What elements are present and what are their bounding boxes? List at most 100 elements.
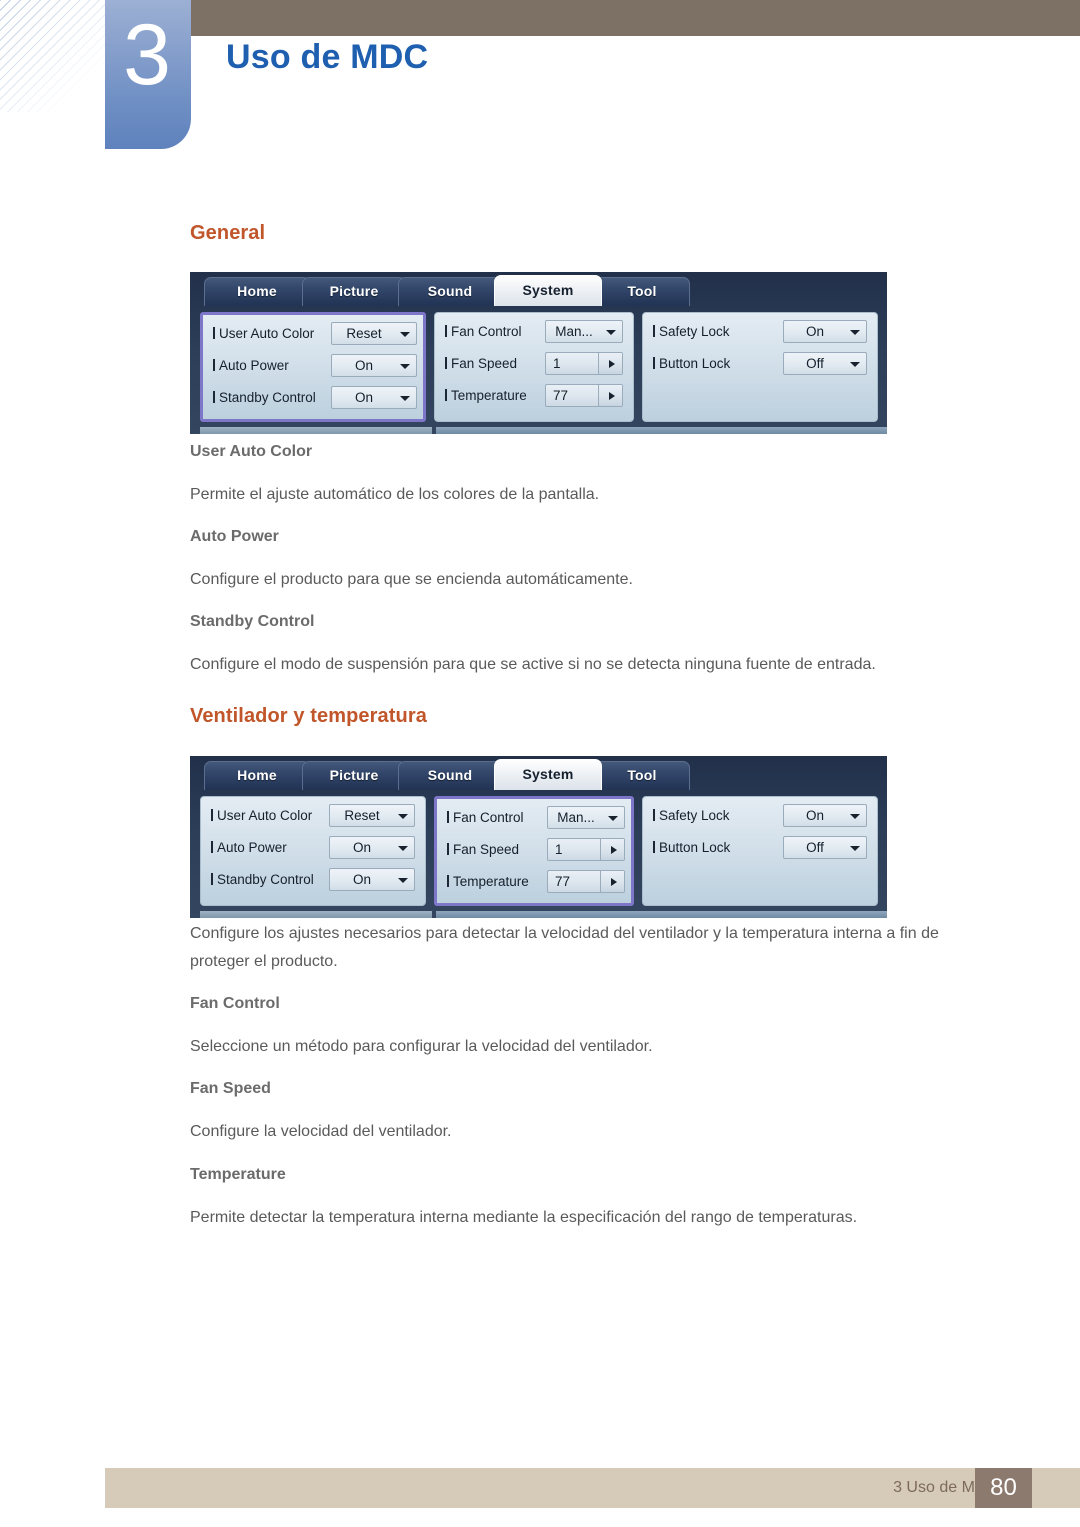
mdc-tab-picture[interactable]: Picture — [302, 277, 406, 306]
mdc-tab-home[interactable]: Home — [204, 277, 310, 306]
mdc-row-safety-lock[interactable]: Safety Lock On — [643, 320, 877, 344]
mdc-screenshot-general: Home Picture Sound System Tool User Auto… — [190, 272, 887, 434]
subsection-body-auto-power: Configure el producto para que se encien… — [190, 571, 633, 588]
mdc-value-button-lock: Off — [806, 356, 824, 371]
chevron-down-icon — [850, 329, 860, 335]
mdc-group-lock[interactable]: Safety Lock On Button Lock Off — [642, 796, 878, 906]
mdc-tab-picture[interactable]: Picture — [302, 761, 406, 790]
chevron-down-icon — [850, 361, 860, 367]
mdc-row-temperature[interactable]: Temperature 77 — [435, 384, 633, 408]
mdc-row-auto-power[interactable]: Auto Power On — [201, 836, 425, 860]
chevron-down-icon — [398, 845, 408, 851]
mdc-panel-body: User Auto Color Reset Auto Power On Stan… — [190, 790, 887, 918]
mdc-dropdown-user-auto-color[interactable]: Reset — [331, 322, 417, 345]
mdc-group-fan-temperature[interactable]: Fan Control Man... Fan Speed 1 Temperatu… — [434, 796, 634, 906]
subsection-title-fan-speed: Fan Speed — [190, 1080, 271, 1097]
mdc-label-user-auto-color: User Auto Color — [213, 322, 314, 346]
page-footer-bar: 3 Uso de MDC 80 — [105, 1468, 1080, 1508]
mdc-label-standby-control: Standby Control — [211, 868, 314, 892]
chevron-right-icon[interactable] — [598, 385, 622, 406]
chevron-down-icon — [398, 877, 408, 883]
mdc-label-safety-lock: Safety Lock — [653, 804, 730, 828]
subsection-body-temperature: Permite detectar la temperatura interna … — [190, 1209, 858, 1226]
chevron-right-icon[interactable] — [598, 353, 622, 374]
mdc-value-fan-control: Man... — [557, 810, 595, 825]
mdc-row-standby-control[interactable]: Standby Control On — [203, 386, 423, 410]
chevron-down-icon — [606, 329, 616, 335]
mdc-row-safety-lock[interactable]: Safety Lock On — [643, 804, 877, 828]
mdc-tab-tool[interactable]: Tool — [594, 277, 690, 306]
chevron-down-icon — [850, 845, 860, 851]
mdc-dropdown-fan-control[interactable]: Man... — [545, 320, 623, 343]
mdc-dropdown-fan-control[interactable]: Man... — [547, 806, 625, 829]
header-band — [190, 0, 1080, 36]
mdc-tab-bar: Home Picture Sound System Tool — [190, 272, 887, 306]
mdc-dropdown-safety-lock[interactable]: On — [783, 804, 867, 827]
mdc-label-button-lock: Button Lock — [653, 836, 730, 860]
mdc-group-fan-temperature[interactable]: Fan Control Man... Fan Speed 1 Temperatu… — [434, 312, 634, 422]
mdc-row-fan-speed[interactable]: Fan Speed 1 — [437, 838, 631, 862]
mdc-footer-strip-right — [436, 427, 887, 434]
mdc-dropdown-button-lock[interactable]: Off — [783, 352, 867, 375]
mdc-label-temperature: Temperature — [447, 870, 529, 894]
mdc-footer-strip-left — [200, 911, 432, 918]
mdc-spinner-fan-speed[interactable]: 1 — [545, 352, 623, 375]
mdc-value-fan-speed: 1 — [553, 356, 561, 371]
fan-intro-paragraph: Configure los ajustes necesarios para de… — [190, 925, 939, 970]
chevron-right-icon[interactable] — [600, 839, 624, 860]
mdc-tab-system[interactable]: System — [494, 759, 602, 790]
mdc-row-button-lock[interactable]: Button Lock Off — [643, 836, 877, 860]
mdc-spinner-temperature[interactable]: 77 — [545, 384, 623, 407]
mdc-row-fan-control[interactable]: Fan Control Man... — [437, 806, 631, 830]
subsection-title-auto-power: Auto Power — [190, 528, 279, 545]
mdc-row-fan-control[interactable]: Fan Control Man... — [435, 320, 633, 344]
mdc-tab-home[interactable]: Home — [204, 761, 310, 790]
mdc-dropdown-auto-power[interactable]: On — [331, 354, 417, 377]
section-heading-ventilador-y-temperatura: Ventilador y temperatura — [190, 705, 427, 727]
mdc-dropdown-user-auto-color[interactable]: Reset — [329, 804, 415, 827]
mdc-label-auto-power: Auto Power — [213, 354, 289, 378]
mdc-group-general[interactable]: User Auto Color Reset Auto Power On Stan… — [200, 796, 426, 906]
mdc-label-fan-control: Fan Control — [447, 806, 524, 830]
mdc-row-user-auto-color[interactable]: User Auto Color Reset — [203, 322, 423, 346]
mdc-dropdown-standby-control[interactable]: On — [331, 386, 417, 409]
subsection-title-standby-control: Standby Control — [190, 613, 315, 630]
mdc-tab-sound[interactable]: Sound — [398, 761, 502, 790]
mdc-spinner-temperature[interactable]: 77 — [547, 870, 625, 893]
page-number: 80 — [990, 1474, 1017, 1501]
mdc-value-auto-power: On — [354, 358, 373, 373]
mdc-dropdown-safety-lock[interactable]: On — [783, 320, 867, 343]
page-title: Uso de MDC — [226, 38, 429, 76]
mdc-tab-bar: Home Picture Sound System Tool — [190, 756, 887, 790]
mdc-row-standby-control[interactable]: Standby Control On — [201, 868, 425, 892]
mdc-dropdown-standby-control[interactable]: On — [329, 868, 415, 891]
mdc-row-button-lock[interactable]: Button Lock Off — [643, 352, 877, 376]
chevron-right-icon[interactable] — [600, 871, 624, 892]
decorative-hatch-pattern — [0, 0, 118, 112]
subsection-title-fan-control: Fan Control — [190, 995, 280, 1012]
mdc-tab-sound[interactable]: Sound — [398, 277, 502, 306]
mdc-dropdown-button-lock[interactable]: Off — [783, 836, 867, 859]
subsection-body-fan-control: Seleccione un método para configurar la … — [190, 1038, 653, 1055]
mdc-footer-strip-right — [436, 911, 887, 918]
mdc-screenshot-fan-temperature: Home Picture Sound System Tool User Auto… — [190, 756, 887, 918]
chevron-down-icon — [400, 331, 410, 337]
chapter-number-badge: 3 — [105, 0, 191, 149]
mdc-value-user-auto-color: Reset — [344, 808, 380, 823]
mdc-label-safety-lock: Safety Lock — [653, 320, 730, 344]
subsection-title-temperature: Temperature — [190, 1166, 286, 1183]
mdc-row-temperature[interactable]: Temperature 77 — [437, 870, 631, 894]
mdc-row-auto-power[interactable]: Auto Power On — [203, 354, 423, 378]
mdc-row-user-auto-color[interactable]: User Auto Color Reset — [201, 804, 425, 828]
chevron-down-icon — [398, 813, 408, 819]
mdc-group-general[interactable]: User Auto Color Reset Auto Power On Stan… — [200, 312, 426, 422]
mdc-tab-tool[interactable]: Tool — [594, 761, 690, 790]
mdc-value-fan-speed: 1 — [555, 842, 563, 857]
mdc-label-standby-control: Standby Control — [213, 386, 316, 410]
page-number-badge: 80 — [975, 1468, 1032, 1508]
mdc-spinner-fan-speed[interactable]: 1 — [547, 838, 625, 861]
mdc-row-fan-speed[interactable]: Fan Speed 1 — [435, 352, 633, 376]
mdc-tab-system[interactable]: System — [494, 275, 602, 306]
mdc-group-lock[interactable]: Safety Lock On Button Lock Off — [642, 312, 878, 422]
mdc-dropdown-auto-power[interactable]: On — [329, 836, 415, 859]
